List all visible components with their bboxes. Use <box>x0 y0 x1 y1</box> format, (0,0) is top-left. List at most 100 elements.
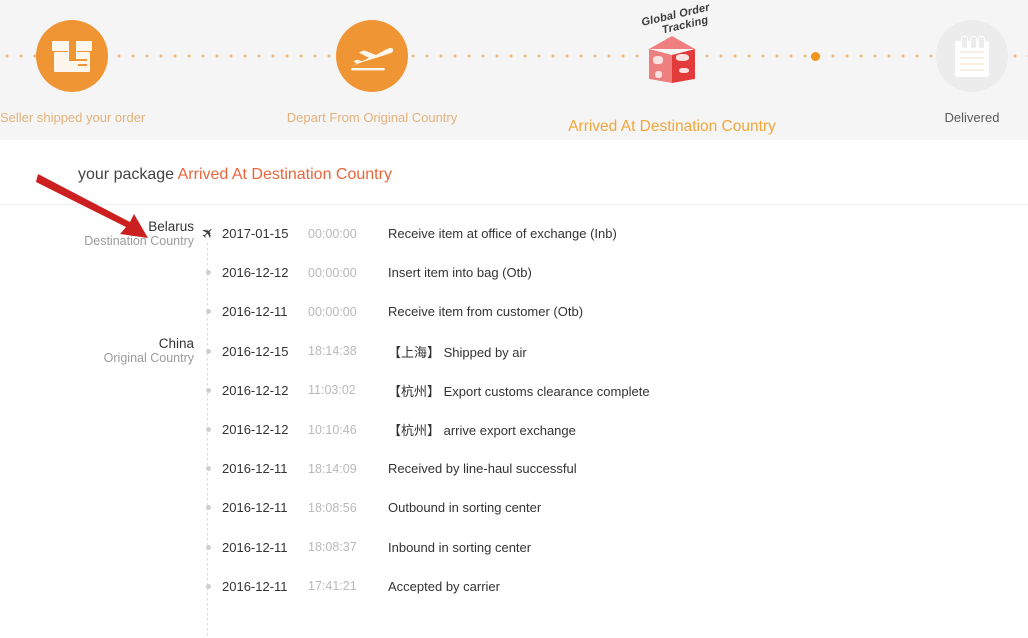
timeline-country-origin: China Original Country <box>0 336 194 366</box>
event-text: Receive item at office of exchange (Inb) <box>388 226 617 242</box>
event-description: Receive item at office of exchange (Inb) <box>388 226 617 241</box>
step-3-circle: Global Order Tracking <box>629 1 715 98</box>
timeline-dot-icon <box>205 387 211 393</box>
event-time: 00:00:00 <box>308 226 357 241</box>
event-text: Received by line-haul successful <box>388 461 577 477</box>
event-date: 2016-12-12 <box>222 382 289 398</box>
event-date: 2016-12-11 <box>222 578 288 594</box>
timeline-dot-icon <box>205 505 211 511</box>
package-box-icon <box>52 40 92 72</box>
table-row[interactable]: 2016-12-12 00:00:00 Insert item into bag… <box>0 253 1028 292</box>
timeline-dot-icon <box>205 309 211 315</box>
heading-status-text: Arrived At Destination Country <box>177 166 392 183</box>
order-progress-banner: Seller shipped your order Depart From Or… <box>0 0 1028 140</box>
tracking-event-timeline: Belarus Destination Country ✈ 2017-01-15… <box>0 214 1028 638</box>
global-order-tracking-cube-icon: Global Order Tracking <box>629 1 715 98</box>
step-1-circle <box>36 20 108 92</box>
event-date: 2016-12-15 <box>222 343 289 359</box>
timeline-marker <box>194 544 222 550</box>
tracker-step-1-label: Seller shipped your order <box>0 110 146 125</box>
table-row[interactable]: 2016-12-12 11:03:02 【杭州】 Export customs … <box>0 371 1028 410</box>
event-time: 00:00:00 <box>308 304 357 319</box>
table-row[interactable]: 2016-12-11 00:00:00 Receive item from cu… <box>0 292 1028 331</box>
event-description: 【杭州】 arrive export exchange <box>388 420 576 439</box>
timeline-marker <box>194 270 222 276</box>
progress-active-dot <box>811 52 820 61</box>
timeline-dot-icon <box>205 583 211 589</box>
event-text: Insert item into bag (Otb) <box>388 265 532 281</box>
step-4-circle <box>936 20 1008 92</box>
event-description: Accepted by carrier <box>388 579 500 594</box>
origin-country-sub: Original Country <box>103 351 194 366</box>
table-row[interactable]: 2016-12-11 18:08:56 Outbound in sorting … <box>0 488 1028 527</box>
tracker-step-seller-shipped[interactable]: Seller shipped your order <box>0 0 146 125</box>
heading-prefix: your package <box>78 166 178 183</box>
timeline-marker <box>194 387 222 393</box>
notepad-icon <box>955 35 989 77</box>
timeline-marker: ✈ <box>194 223 222 245</box>
event-date: 2016-12-11 <box>222 304 288 320</box>
timeline-marker <box>194 583 222 589</box>
table-row[interactable]: 2016-12-11 18:08:37 Inbound in sorting c… <box>0 528 1028 567</box>
event-time: 00:00:00 <box>308 265 357 280</box>
event-description: Received by line-haul successful <box>388 461 577 476</box>
event-text: Outbound in sorting center <box>388 500 542 516</box>
step-2-circle <box>336 20 408 92</box>
tracker-step-4-label: Delivered <box>944 110 1000 125</box>
event-time: 11:03:02 <box>308 383 356 398</box>
event-time: 10:10:46 <box>308 422 357 437</box>
event-text: Export customs clearance complete <box>440 383 650 399</box>
event-description: Outbound in sorting center <box>388 500 541 515</box>
event-time: 18:08:56 <box>308 500 357 515</box>
timeline-dot-icon <box>205 544 211 550</box>
event-text: arrive export exchange <box>440 423 576 439</box>
event-place: 【上海】 <box>388 344 441 360</box>
event-date: 2016-12-11 <box>222 539 288 555</box>
event-place: 【杭州】 <box>388 423 441 439</box>
section-divider <box>0 204 1028 205</box>
table-row[interactable]: 2016-12-11 18:14:09 Received by line-hau… <box>0 449 1028 488</box>
tracker-step-delivered[interactable]: Delivered <box>900 0 1028 125</box>
event-text: Receive item from customer (Otb) <box>388 304 584 320</box>
destination-country-name: Belarus <box>148 218 194 234</box>
airplane-takeoff-icon <box>349 39 395 73</box>
timeline-dot-icon <box>205 270 211 276</box>
event-time: 17:41:21 <box>308 579 357 594</box>
package-status-heading: your package Arrived At Destination Coun… <box>78 166 392 184</box>
timeline-marker <box>194 309 222 315</box>
event-description: 【杭州】 Export customs clearance complete <box>388 381 650 400</box>
tracker-step-depart-origin[interactable]: Depart From Original Country <box>272 0 472 125</box>
event-text: Inbound in sorting center <box>388 539 532 555</box>
event-time: 18:14:09 <box>308 461 357 476</box>
timeline-marker <box>194 466 222 472</box>
event-date: 2016-12-11 <box>222 461 288 477</box>
timeline-marker <box>194 348 222 354</box>
airplane-icon: ✈ <box>197 223 219 245</box>
event-text: Shipped by air <box>440 344 527 360</box>
event-description: Inbound in sorting center <box>388 540 531 555</box>
event-time: 18:08:37 <box>308 540 357 555</box>
event-text: Accepted by carrier <box>388 578 500 594</box>
event-description: Insert item into bag (Otb) <box>388 265 532 280</box>
origin-country-name: China <box>158 336 194 352</box>
timeline-dot-icon <box>205 427 211 433</box>
event-date: 2017-01-15 <box>222 226 289 242</box>
tracker-step-2-label: Depart From Original Country <box>286 110 458 125</box>
event-date: 2016-12-11 <box>222 500 288 516</box>
event-date: 2016-12-12 <box>222 265 289 281</box>
event-place: 【杭州】 <box>388 383 441 399</box>
timeline-marker <box>194 505 222 511</box>
table-row[interactable]: 2016-12-12 10:10:46 【杭州】 arrive export e… <box>0 410 1028 449</box>
progress-connector-line <box>0 53 1028 59</box>
event-date: 2016-12-12 <box>222 422 289 438</box>
tracker-step-3-label: Arrived At Destination Country <box>568 118 776 135</box>
table-row[interactable]: 2016-12-11 17:41:21 Accepted by carrier <box>0 567 1028 606</box>
table-row[interactable]: Belarus Destination Country ✈ 2017-01-15… <box>0 214 1028 253</box>
destination-country-sub: Destination Country <box>84 233 194 248</box>
table-row[interactable]: China Original Country 2016-12-15 18:14:… <box>0 332 1028 371</box>
timeline-dot-icon <box>205 348 211 354</box>
timeline-country-destination: Belarus Destination Country <box>0 219 194 249</box>
event-description: Receive item from customer (Otb) <box>388 304 583 319</box>
tracker-step-arrived-destination[interactable]: Global Order Tracking Arrived At Destina… <box>565 0 779 136</box>
event-description: 【上海】 Shipped by air <box>388 342 527 361</box>
